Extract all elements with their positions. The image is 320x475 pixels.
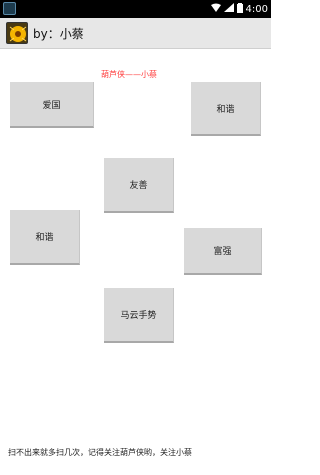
- status-right: 4:00: [210, 2, 268, 16]
- status-bar: 4:00: [0, 0, 271, 18]
- app-title: by：小蔡: [33, 27, 84, 41]
- app-logo-icon: [6, 22, 28, 44]
- button-mayun-gesture[interactable]: 马云手势: [104, 288, 174, 343]
- button-hexie-2[interactable]: 和谐: [10, 210, 80, 265]
- button-fuqiang[interactable]: 富强: [184, 228, 262, 275]
- battery-icon: [236, 2, 243, 16]
- subtitle: 葫芦侠——小蔡: [101, 70, 157, 79]
- wifi-icon: [210, 3, 221, 15]
- button-youshan[interactable]: 友善: [104, 158, 174, 213]
- app-notification-icon: [3, 2, 16, 15]
- app-bar: by：小蔡: [0, 18, 271, 49]
- footer-note: 扫不出来就多扫几次，记得关注葫芦侠哟，关注小蔡: [8, 448, 192, 457]
- button-aiguo[interactable]: 爱国: [10, 82, 94, 128]
- signal-icon: [223, 3, 234, 15]
- button-hexie-1[interactable]: 和谐: [191, 82, 261, 136]
- status-time: 4:00: [245, 3, 268, 15]
